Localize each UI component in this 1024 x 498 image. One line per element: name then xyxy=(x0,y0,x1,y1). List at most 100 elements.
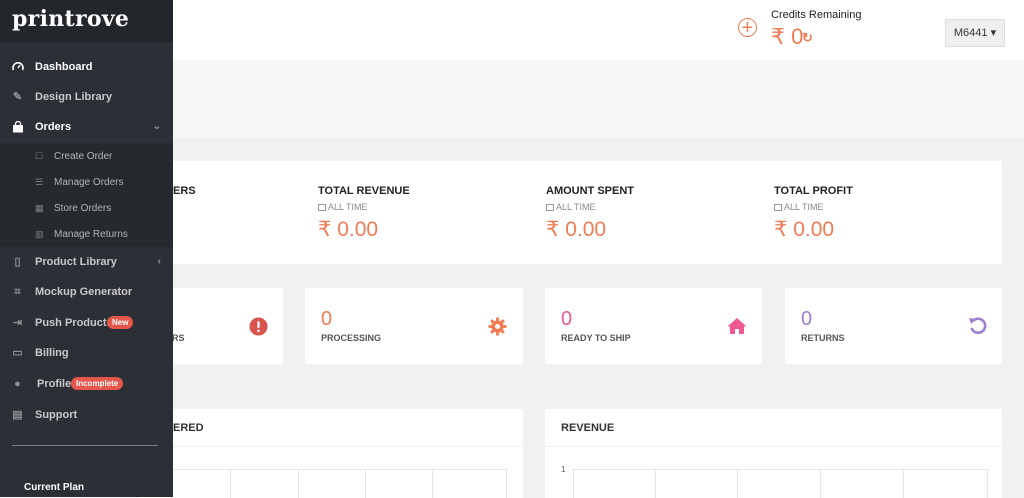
stat-value-profit: ₹ 0.00 xyxy=(774,218,835,241)
chevron-left-icon: ‹ xyxy=(157,256,161,267)
gridline xyxy=(506,470,507,498)
calendar-icon xyxy=(318,204,326,211)
chart-area xyxy=(140,446,523,498)
submenu-item-manage-orders[interactable]: ☰ Manage Orders xyxy=(0,170,173,196)
gridline xyxy=(573,470,574,498)
submenu-item-manage-returns[interactable]: ▥ Manage Returns xyxy=(0,222,173,248)
sidebar-item-label: Push Products xyxy=(35,317,113,329)
chart-icon: ▥ xyxy=(35,229,44,239)
sidebar-item-push-products[interactable]: ⇥ Push Products New xyxy=(0,309,173,339)
gridline xyxy=(820,470,821,498)
sidebar-item-mockup-generator[interactable]: ⌗ Mockup Generator xyxy=(0,278,173,308)
submenu-item-store-orders[interactable]: ▦ Store Orders xyxy=(0,196,173,222)
calendar-icon xyxy=(546,204,554,211)
crop-icon: ⌗ xyxy=(14,286,21,298)
sidebar-item-label: Profile xyxy=(37,378,72,390)
sidebar-divider xyxy=(12,445,158,446)
book-icon: ▯ xyxy=(14,256,21,268)
incomplete-badge: Incomplete xyxy=(71,377,124,390)
gridline xyxy=(432,470,433,498)
dashboard-icon xyxy=(11,61,24,74)
current-plan-label: Current Plan xyxy=(24,482,85,493)
sidebar-item-profile[interactable]: ● Profile Incomplete xyxy=(0,370,173,400)
add-credits-icon[interactable]: + xyxy=(738,18,757,38)
sidebar-item-product-library[interactable]: ▯ Product Library ‹ xyxy=(0,248,173,278)
stat-period-amount-spent: ALL TIME xyxy=(546,202,596,212)
gridline xyxy=(987,470,988,498)
sidebar: printrove Dashboard ✎ Design Library Ord… xyxy=(0,0,173,497)
alert-icon xyxy=(249,317,268,341)
stat-period-revenue-text: ALL TIME xyxy=(328,202,368,212)
status-label: RETURNS xyxy=(801,333,845,343)
refresh-icon[interactable]: ↻ xyxy=(802,30,813,46)
y-axis-tick: 1 xyxy=(561,465,566,474)
user-menu-button[interactable]: M6441 ▾ xyxy=(945,19,1005,47)
undo-icon xyxy=(968,316,988,341)
status-count: 0 xyxy=(801,308,813,330)
gridline xyxy=(140,469,507,470)
new-badge: New xyxy=(107,316,134,329)
chart-title: REVENUE xyxy=(561,422,615,434)
stat-value-revenue: ₹ 0.00 xyxy=(318,218,379,241)
credits-label: Credits Remaining xyxy=(771,9,862,21)
submenu-item-create-order[interactable]: ☐ Create Order xyxy=(0,144,173,170)
briefcase-icon: ▤ xyxy=(12,409,23,421)
status-label: READY TO SHIP xyxy=(561,333,631,343)
status-card-returns[interactable]: 0 RETURNS xyxy=(785,288,1002,364)
chart-title: ERED xyxy=(173,422,204,434)
submenu-item-label: Manage Returns xyxy=(54,229,128,240)
sidebar-item-label: Product Library xyxy=(35,256,117,268)
gridline xyxy=(903,470,904,498)
orders-chart-panel: ERED xyxy=(140,409,523,498)
stats-panel xyxy=(140,161,1002,264)
sidebar-item-label: Billing xyxy=(35,347,69,359)
stat-title-profit: TOTAL PROFIT xyxy=(774,185,853,197)
chevron-down-icon: ⌄ xyxy=(152,121,161,132)
sidebar-item-label: Orders xyxy=(35,121,72,133)
status-label: PROCESSING xyxy=(321,333,382,343)
submenu-item-label: Store Orders xyxy=(54,203,112,214)
stat-period-profit-text: ALL TIME xyxy=(784,202,824,212)
stat-title-amount-spent: AMOUNT SPENT xyxy=(546,185,634,197)
sign-in-icon: ⇥ xyxy=(12,317,23,329)
gridline xyxy=(230,470,231,498)
status-card-ready-to-ship[interactable]: 0 READY TO SHIP xyxy=(545,288,762,364)
sidebar-item-support[interactable]: ▤ Support xyxy=(0,401,173,431)
home-icon xyxy=(727,317,747,340)
gridline xyxy=(365,470,366,498)
gridline xyxy=(655,470,656,498)
stat-period-revenue: ALL TIME xyxy=(318,202,368,212)
status-count: 0 xyxy=(321,308,333,330)
stat-value-amount-spent: ₹ 0.00 xyxy=(546,218,607,241)
store-icon: ▦ xyxy=(35,203,44,213)
list-icon: ☰ xyxy=(35,177,44,187)
sidebar-item-label: Mockup Generator xyxy=(35,286,133,298)
gear-icon xyxy=(488,317,507,341)
brand-logo[interactable]: printrove xyxy=(12,6,129,32)
credits-value: ₹ 0 xyxy=(771,24,804,49)
sidebar-item-label: Dashboard xyxy=(35,61,93,73)
bag-icon xyxy=(11,120,24,134)
sidebar-item-design-library[interactable]: ✎ Design Library xyxy=(0,83,173,113)
sidebar-item-label: Design Library xyxy=(35,91,113,103)
credit-card-icon: ▭ xyxy=(12,347,23,359)
stat-period-amount-spent-text: ALL TIME xyxy=(556,202,596,212)
submenu-item-label: Create Order xyxy=(54,151,113,162)
status-card-processing[interactable]: 0 PROCESSING xyxy=(305,288,523,364)
sidebar-item-label: Support xyxy=(35,409,78,421)
status-count: 0 xyxy=(561,308,573,330)
calendar-icon xyxy=(774,204,782,211)
brand-bar: printrove xyxy=(0,0,173,42)
pencil-icon: ✎ xyxy=(12,91,23,103)
stat-title-revenue: TOTAL REVENUE xyxy=(318,185,410,197)
edit-icon: ☐ xyxy=(35,151,44,161)
user-icon: ● xyxy=(14,378,21,390)
sidebar-item-dashboard[interactable]: Dashboard xyxy=(0,53,173,83)
status-label: RS xyxy=(172,333,185,343)
submenu-item-label: Manage Orders xyxy=(54,177,124,188)
chart-area: 1 xyxy=(545,446,1002,498)
gridline xyxy=(298,470,299,498)
sidebar-item-billing[interactable]: ▭ Billing xyxy=(0,339,173,369)
sidebar-item-orders[interactable]: Orders ⌄ xyxy=(0,113,173,143)
revenue-chart-panel: REVENUE 1 xyxy=(545,409,1002,498)
